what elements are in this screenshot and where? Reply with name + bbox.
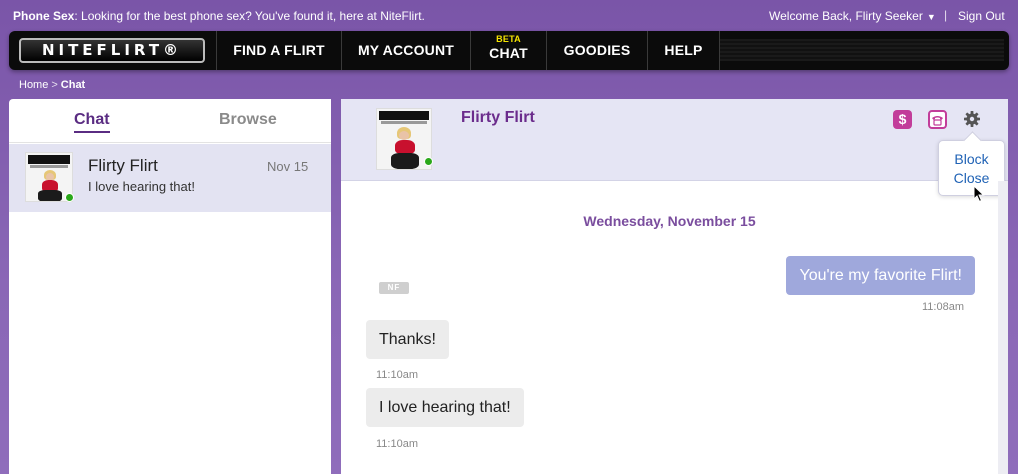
breadcrumb: Home > Chat	[19, 79, 85, 91]
nav-goodies[interactable]: GOODIES	[546, 31, 647, 70]
breadcrumb-current: Chat	[60, 79, 86, 91]
conversation-date: Nov 15	[267, 159, 309, 174]
promo-body: : Looking for the best phone sex? You've…	[74, 9, 425, 23]
breadcrumb-separator: >	[51, 79, 58, 91]
conversation-preview: I love hearing that!	[88, 179, 195, 194]
online-status-dot	[424, 157, 433, 166]
nav-find-a-flirt[interactable]: FIND A FLIRT	[216, 31, 341, 70]
message-incoming: I love hearing that!	[366, 388, 524, 427]
message-timestamp: 11:08am	[922, 301, 964, 313]
tab-browse[interactable]: Browse	[219, 111, 277, 129]
phone-icon[interactable]	[928, 110, 947, 129]
top-separator: |	[944, 8, 948, 22]
nf-logo-icon: NF	[379, 282, 409, 294]
main-nav: NITEFLIRT® FIND A FLIRT MY ACCOUNT BETA …	[9, 31, 1009, 70]
panel-tabs: Chat Browse	[9, 99, 331, 143]
mouse-cursor-icon	[973, 185, 985, 203]
chat-header: Flirty Flirt $	[341, 99, 1008, 181]
promo-text: Phone Sex: Looking for the best phone se…	[13, 9, 425, 23]
sign-out-link[interactable]: Sign Out	[958, 9, 1005, 23]
dollar-icon[interactable]: $	[893, 110, 912, 129]
online-status-dot	[65, 193, 74, 202]
message-timestamp: 11:10am	[376, 369, 418, 381]
conversation-name: Flirty Flirt	[88, 156, 158, 175]
conversation-list-panel: Chat Browse Flirty Flirt Nov 15 I love h…	[9, 99, 331, 474]
phone-glyph	[932, 116, 943, 126]
nav-help[interactable]: HELP	[647, 31, 720, 70]
chat-panel: Flirty Flirt $ Block Close Wednesday, No…	[341, 99, 1008, 474]
day-divider: Wednesday, November 15	[583, 213, 756, 229]
close-option[interactable]: Close	[939, 170, 1004, 186]
nav-filler	[720, 39, 1004, 61]
promo-label: Phone Sex	[13, 9, 75, 23]
gear-glyph	[964, 111, 980, 127]
message-outgoing: You're my favorite Flirt!	[786, 256, 975, 295]
nav-chat[interactable]: BETA CHAT	[470, 31, 546, 70]
chat-partner-name[interactable]: Flirty Flirt	[461, 109, 535, 127]
conversation-item[interactable]: Flirty Flirt Nov 15 I love hearing that!	[9, 144, 331, 212]
settings-menu: Block Close	[938, 140, 1005, 196]
chevron-down-icon: ▼	[926, 12, 936, 22]
nav-my-account[interactable]: MY ACCOUNT	[341, 31, 470, 70]
block-option[interactable]: Block	[939, 151, 1004, 167]
beta-badge: BETA	[496, 34, 521, 44]
gear-icon[interactable]	[962, 109, 982, 129]
breadcrumb-home[interactable]: Home	[19, 79, 48, 91]
niteflirt-logo[interactable]: NITEFLIRT®	[19, 38, 205, 63]
welcome-text: Welcome Back, Flirty Seeker	[769, 9, 923, 23]
top-strip: Phone Sex: Looking for the best phone se…	[0, 0, 1018, 30]
tab-chat[interactable]: Chat	[74, 111, 110, 133]
message-incoming: Thanks!	[366, 320, 449, 359]
welcome-menu[interactable]: Welcome Back, Flirty Seeker ▼	[769, 9, 936, 23]
scrollbar[interactable]	[998, 181, 1008, 474]
message-timestamp: 11:10am	[376, 438, 418, 450]
